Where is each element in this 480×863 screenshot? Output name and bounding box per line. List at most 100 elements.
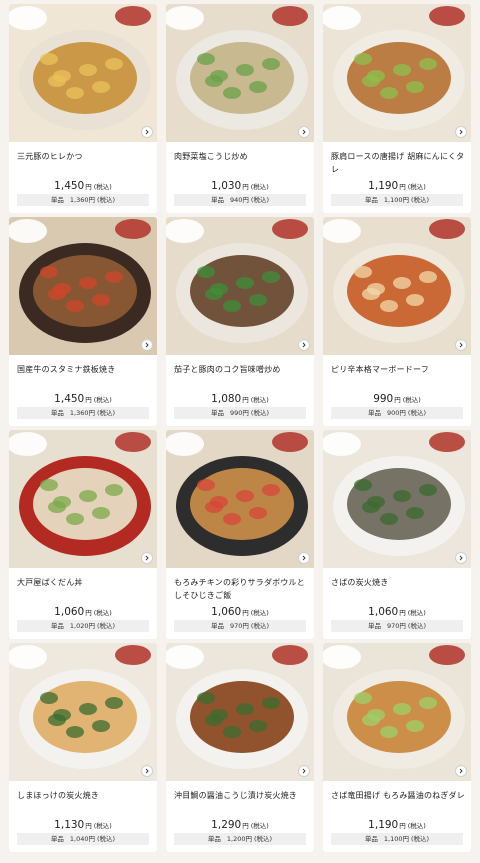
tax-note: (税込) bbox=[93, 609, 112, 617]
single-price-value: 1,200 bbox=[226, 835, 246, 843]
single-label: 単品 bbox=[50, 622, 64, 630]
single-price-bar: 単品 1,100円 (税込) bbox=[331, 194, 463, 206]
menu-item-name[interactable]: 豚肩ロースの唐揚げ 胡麻にんにくタレ bbox=[331, 150, 465, 176]
menu-photo[interactable] bbox=[323, 643, 471, 781]
menu-photo[interactable] bbox=[323, 430, 471, 568]
price-value: 1,130 bbox=[54, 819, 85, 831]
single-price-bar: 単品 990円 (税込) bbox=[174, 407, 306, 419]
single-price-bar: 単品 970円 (税込) bbox=[331, 620, 463, 632]
single-label: 単品 bbox=[211, 622, 224, 630]
menu-item-name[interactable]: もろみチキンの彩りサラダボウルとしそひじきご飯 bbox=[174, 576, 308, 602]
single-price-value: 1,040 bbox=[69, 835, 89, 843]
currency-label: 円 bbox=[242, 409, 249, 417]
menu-item-price: 1,060円 (税込) bbox=[323, 606, 471, 618]
price-value: 1,060 bbox=[54, 606, 85, 618]
chevron-right-icon[interactable] bbox=[141, 765, 153, 777]
menu-card[interactable]: 三元豚のヒレかつ 1,450円 (税込) 単品 1,360円 (税込) bbox=[9, 4, 157, 213]
menu-item-name[interactable]: 沖目鯛の醤油こうじ漬け炭火焼き bbox=[174, 789, 308, 802]
menu-item-name[interactable]: しまほっけの炭火焼き bbox=[17, 789, 151, 802]
single-price-value: 970 bbox=[387, 622, 400, 630]
chevron-right-icon[interactable] bbox=[141, 126, 153, 138]
single-price-bar: 単品 1,020円 (税込) bbox=[17, 620, 149, 632]
currency-label: 円 bbox=[399, 822, 406, 830]
menu-card[interactable]: 茄子と豚肉のコク旨味噌炒め 1,080円 (税込) 単品 990円 (税込) bbox=[166, 217, 314, 426]
tax-note: (税込) bbox=[97, 196, 116, 204]
chevron-right-icon[interactable] bbox=[455, 765, 467, 777]
tax-note: (税込) bbox=[407, 609, 426, 617]
price-value: 1,190 bbox=[368, 180, 399, 192]
chevron-right-icon[interactable] bbox=[141, 339, 153, 351]
menu-photo[interactable] bbox=[9, 217, 157, 355]
tax-note: (税込) bbox=[97, 835, 116, 843]
currency-label: 円 bbox=[242, 196, 249, 204]
menu-item-name[interactable]: ピリ辛本格マーボードーフ bbox=[331, 363, 465, 376]
menu-item-price: 1,190円 (税込) bbox=[323, 819, 471, 831]
chevron-right-icon[interactable] bbox=[298, 765, 310, 777]
menu-item-name[interactable]: 肉野菜塩こうじ炒め bbox=[174, 150, 308, 163]
menu-photo[interactable] bbox=[166, 643, 314, 781]
menu-photo[interactable] bbox=[9, 430, 157, 568]
menu-card[interactable]: さばの炭火焼き 1,060円 (税込) 単品 970円 (税込) bbox=[323, 430, 471, 639]
single-price-value: 970 bbox=[230, 622, 243, 630]
menu-item-name[interactable]: 国産牛のスタミナ鉄板焼き bbox=[17, 363, 151, 376]
menu-photo[interactable] bbox=[9, 643, 157, 781]
menu-item-name[interactable]: 大戸屋ばくだん丼 bbox=[17, 576, 151, 589]
single-price-bar: 単品 970円 (税込) bbox=[174, 620, 306, 632]
tax-note: (税込) bbox=[250, 822, 269, 830]
chevron-right-icon[interactable] bbox=[455, 339, 467, 351]
currency-label: 円 bbox=[242, 822, 249, 830]
single-label: 単品 bbox=[207, 835, 221, 843]
price-value: 1,060 bbox=[368, 606, 399, 618]
menu-item-price: 1,080円 (税込) bbox=[166, 393, 314, 405]
tax-note: (税込) bbox=[250, 622, 269, 630]
currency-label: 円 bbox=[402, 196, 410, 204]
menu-photo[interactable] bbox=[166, 4, 314, 142]
single-label: 単品 bbox=[364, 835, 378, 843]
chevron-right-icon[interactable] bbox=[298, 552, 310, 564]
menu-item-name[interactable]: さば竜田揚げ もろみ醤油のねぎダレ bbox=[331, 789, 465, 802]
single-price-value: 1,100 bbox=[383, 835, 403, 843]
single-price-bar: 単品 900円 (税込) bbox=[331, 407, 463, 419]
menu-photo[interactable] bbox=[166, 430, 314, 568]
menu-item-price: 990円 (税込) bbox=[323, 393, 471, 405]
tax-note: (税込) bbox=[97, 409, 116, 417]
menu-card[interactable]: もろみチキンの彩りサラダボウルとしそひじきご飯 1,060円 (税込) 単品 970円(… bbox=[166, 430, 314, 639]
menu-item-name[interactable]: 三元豚のヒレかつ bbox=[17, 150, 151, 163]
single-label: 単品 bbox=[50, 409, 64, 417]
chevron-right-icon[interactable] bbox=[298, 339, 310, 351]
menu-photo[interactable] bbox=[166, 217, 314, 355]
menu-photo[interactable] bbox=[323, 4, 471, 142]
menu-card[interactable]: しまほっけの炭火焼き 1,130円 (税込) 単品 1,040円 (税込) bbox=[9, 643, 157, 852]
single-price-bar: 単品 1,360円 (税込) bbox=[17, 407, 149, 419]
menu-card[interactable]: 沖目鯛の醤油こうじ漬け炭火焼き 1,290円 (税込) 単品 1,200円 (税込) bbox=[166, 643, 314, 852]
chevron-right-icon[interactable] bbox=[455, 126, 467, 138]
price-value: 1,030 bbox=[211, 180, 242, 192]
menu-photo[interactable] bbox=[323, 217, 471, 355]
tax-note: (税込) bbox=[407, 822, 426, 830]
currency-label: 円 bbox=[242, 622, 249, 630]
menu-card[interactable]: 大戸屋ばくだん丼 1,060円 (税込) 単品 1,020円 (税込) bbox=[9, 430, 157, 639]
currency-label: 円 bbox=[399, 609, 406, 617]
menu-card[interactable]: 豚肩ロースの唐揚げ 胡麻にんにくタレ 1,190円 (税込) 単品 1,100円 (税込) bbox=[323, 4, 471, 213]
menu-item-price: 1,060円 (税込) bbox=[9, 606, 157, 618]
menu-card[interactable]: 肉野菜塩こうじ炒め 1,030円 (税込) 単品 940円 (税込) bbox=[166, 4, 314, 213]
tax-note: (税込) bbox=[254, 835, 273, 843]
menu-card[interactable]: ピリ辛本格マーボードーフ 990円 (税込) 単品 900円 (税込) bbox=[323, 217, 471, 426]
currency-label: 円 bbox=[399, 183, 406, 191]
currency-label: 円 bbox=[402, 835, 410, 843]
menu-card[interactable]: さば竜田揚げ もろみ醤油のねぎダレ 1,190円 (税込) 単品 1,100円 (税込) bbox=[323, 643, 471, 852]
menu-photo[interactable] bbox=[9, 4, 157, 142]
chevron-right-icon[interactable] bbox=[455, 552, 467, 564]
tax-note: (税込) bbox=[402, 396, 421, 404]
chevron-right-icon[interactable] bbox=[298, 126, 310, 138]
menu-item-name[interactable]: 茄子と豚肉のコク旨味噌炒め bbox=[174, 363, 308, 376]
single-price-value: 1,020 bbox=[69, 622, 89, 630]
menu-card[interactable]: 国産牛のスタミナ鉄板焼き 1,450円 (税込) 単品 1,360円 (税込) bbox=[9, 217, 157, 426]
menu-item-name[interactable]: さばの炭火焼き bbox=[331, 576, 465, 589]
single-label: 単品 bbox=[50, 196, 64, 204]
currency-label: 円 bbox=[242, 609, 249, 617]
tax-note: (税込) bbox=[250, 396, 269, 404]
price-value: 1,450 bbox=[54, 180, 85, 192]
chevron-right-icon[interactable] bbox=[141, 552, 153, 564]
menu-item-price: 1,290円 (税込) bbox=[166, 819, 314, 831]
